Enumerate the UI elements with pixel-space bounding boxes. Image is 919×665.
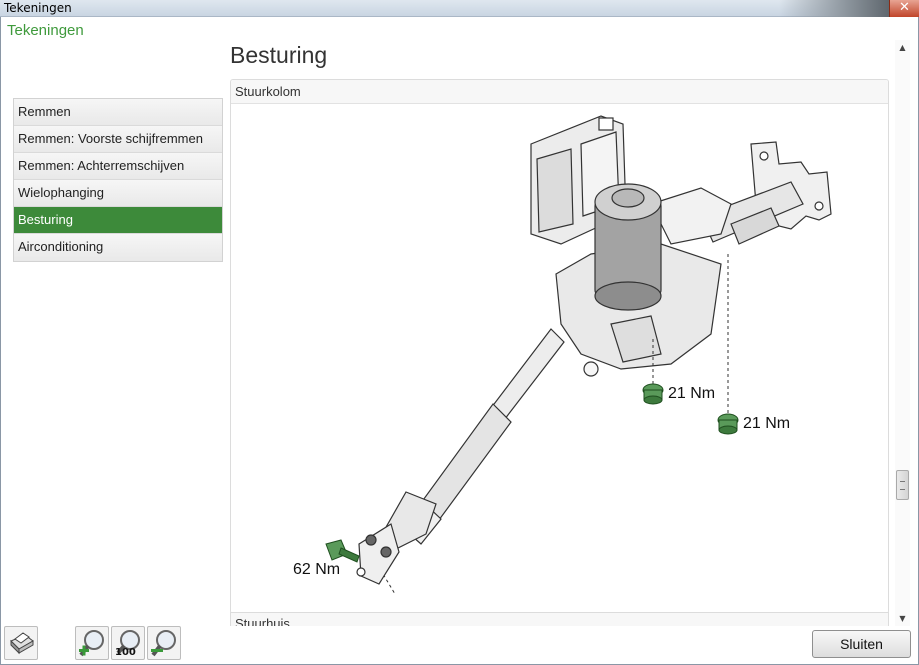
printer-icon <box>10 632 34 655</box>
sidebar-item-voorste-schijfremmen[interactable]: Remmen: Voorste schijfremmen <box>14 126 222 153</box>
window-titlebar: Tekeningen ✕ <box>0 0 919 17</box>
torque-label: 21 Nm <box>668 385 715 402</box>
electric-motor <box>594 183 662 311</box>
scroll-down-arrow-icon[interactable]: ▼ <box>895 611 910 626</box>
zoom-out-button[interactable] <box>147 626 181 660</box>
print-button[interactable] <box>4 626 38 660</box>
sidebar: Remmen Remmen: Voorste schijfremmen Remm… <box>13 98 223 262</box>
bolt-icon <box>642 383 664 405</box>
sidebar-item-besturing[interactable]: Besturing <box>14 207 222 234</box>
torque-label: 21 Nm <box>743 415 790 432</box>
steering-column-drawing: 21 Nm 21 Nm 62 Nm <box>293 115 832 595</box>
drawing-panel-stuurkolom: Stuurkolom 21 Nm 21 Nm 62 Nm <box>230 79 889 614</box>
torque-label: 62 Nm <box>293 561 340 578</box>
scroll-thumb[interactable] <box>896 470 909 500</box>
sidebar-item-airconditioning[interactable]: Airconditioning <box>14 234 222 261</box>
sidebar-item-wielophanging[interactable]: Wielophanging <box>14 180 222 207</box>
zoom-in-button[interactable] <box>75 626 109 660</box>
zoom-reset-button[interactable]: 100 <box>111 626 145 660</box>
page-title: Besturing <box>230 42 328 68</box>
sidebar-item-achterremschijven[interactable]: Remmen: Achterremschijven <box>14 153 222 180</box>
window-title: Tekeningen <box>4 1 72 15</box>
titlebar-decoration <box>779 0 889 17</box>
app-title: Tekeningen <box>7 22 84 39</box>
close-button[interactable]: Sluiten <box>812 630 911 658</box>
zoom-reset-label: 100 <box>115 647 136 658</box>
window-close-button[interactable]: ✕ <box>889 0 919 17</box>
zoom-in-icon <box>79 630 104 657</box>
drawing-area: 21 Nm 21 Nm 62 Nm <box>231 104 888 612</box>
bolt-icon <box>325 539 360 563</box>
vertical-scrollbar[interactable]: ▲ ▼ <box>895 40 910 626</box>
bolt-icon <box>717 413 739 435</box>
scroll-up-arrow-icon[interactable]: ▲ <box>895 40 910 55</box>
panel-header: Stuurkolom <box>231 80 888 104</box>
sidebar-item-remmen[interactable]: Remmen <box>14 99 222 126</box>
bottom-toolbar: 100 Sluiten <box>0 626 919 665</box>
zoom-out-icon <box>151 630 176 657</box>
drawing-panel-stuurhuis-header[interactable]: Stuurhuis <box>230 612 889 626</box>
